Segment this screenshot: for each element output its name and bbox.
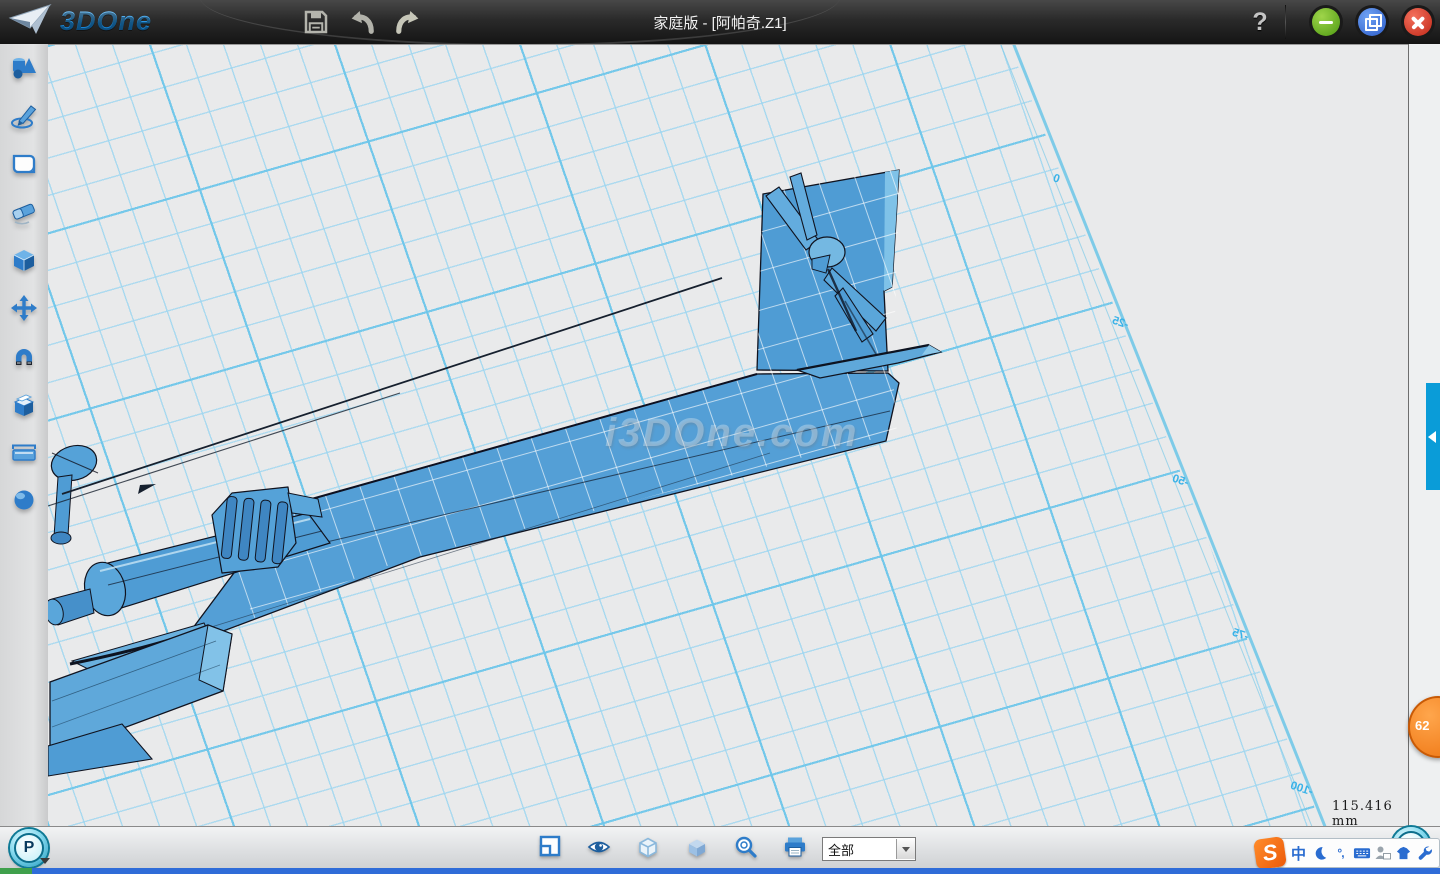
taskbar-start-segment [0,868,32,874]
user-stats-icon [1374,845,1391,861]
3done-app-window: 3DOne [0,0,1440,874]
zoom-button[interactable] [733,834,759,860]
right-rail: 62 [1408,44,1440,826]
primitives-icon [9,53,39,83]
close-button[interactable] [1404,8,1432,36]
eraser-icon [9,197,39,227]
view-tools [537,834,808,860]
visibility-eye-icon [586,834,612,860]
paper-plane-icon [8,2,54,40]
sidebar-tool-edit-sketch[interactable] [0,140,48,188]
help-button[interactable]: ? [1245,8,1275,37]
wireframe-cube-icon [635,834,661,860]
view-layout-button[interactable] [537,834,563,860]
sketch-pencil-icon [9,101,39,131]
undo-button[interactable] [346,7,378,37]
ime-logo[interactable]: S [1253,836,1287,870]
sidebar-tool-material[interactable] [0,476,48,524]
moon-icon [1312,845,1328,861]
chevron-down-icon [902,847,910,856]
keyboard-icon [1353,845,1371,861]
brand-text: 3DOne [60,6,152,37]
sketch-surface-icon [9,149,39,179]
ime-fullwidth-button[interactable] [1310,841,1329,865]
material-sphere-icon [9,485,39,515]
assembly-box-icon [9,389,39,419]
watermark: i3DOne.com [605,411,858,456]
ime-stats-button[interactable] [1373,841,1392,865]
redo-icon [393,7,423,37]
sidebar-tool-move[interactable] [0,284,48,332]
display-filter-value: 全部 [823,840,896,859]
titlebar-divider [1285,5,1286,39]
chevron-left-icon [1428,431,1436,443]
ime-settings-button[interactable] [1415,841,1434,865]
dimension-readout: 115.416 mm [1332,799,1408,827]
magnet-icon [9,341,39,371]
sidebar-tool-constraint[interactable] [0,332,48,380]
view-layout-icon [537,834,563,860]
shirt-icon [1395,845,1412,861]
undo-icon [347,7,377,37]
solid-cube-icon [684,834,710,860]
measure-icon [9,437,39,467]
sidebar-tool-special[interactable] [0,188,48,236]
bottom-toolbar: P [0,826,1440,869]
wrench-icon [1416,845,1433,861]
ime-punctuation-button[interactable]: °, [1331,841,1350,865]
ime-skin-button[interactable] [1394,841,1413,865]
titlebar-right: ? [1245,0,1432,44]
zoom-search-icon [733,834,759,860]
display-filter-dropdown[interactable]: 全部 [822,837,916,861]
window-title: 家庭版 - [阿帕奇.Z1] [420,0,1020,44]
feature-cube-icon [9,245,39,275]
save-icon [301,7,331,37]
move-icon [9,293,39,323]
titlebar: 3DOne [0,0,1440,45]
wireframe-button[interactable] [635,834,661,860]
app-logo: 3DOne [8,2,152,40]
save-button[interactable] [300,7,332,37]
visibility-button[interactable] [586,834,612,860]
panel-toggle-tab[interactable] [1426,383,1440,490]
tool-sidebar [0,44,49,826]
shaded-button[interactable] [684,834,710,860]
community-badge[interactable]: 62 [1408,696,1440,758]
minimize-icon [1319,21,1333,25]
sidebar-tool-sketch[interactable] [0,92,48,140]
minimize-button[interactable] [1312,8,1340,36]
sidebar-tool-feature[interactable] [0,236,48,284]
ime-keyboard-button[interactable] [1352,841,1371,865]
community-badge-count: 62 [1415,718,1429,733]
3d-viewport[interactable]: i3DOne.com 0 -25 -50 -75 -100 115.416 mm [48,44,1408,827]
restore-button[interactable] [1358,8,1386,36]
sidebar-tool-primitives[interactable] [0,44,48,92]
titlebar-tools [300,7,424,37]
sidebar-tool-assembly[interactable] [0,380,48,428]
ime-mode-button[interactable]: 中 [1289,841,1308,865]
sidebar-tool-measure[interactable] [0,428,48,476]
taskbar-strip [0,868,1440,874]
print-icon [782,834,808,860]
print-button[interactable] [782,834,808,860]
display-filter-arrow-button[interactable] [896,839,915,859]
ime-toolbar: S 中 °, [1276,838,1440,868]
